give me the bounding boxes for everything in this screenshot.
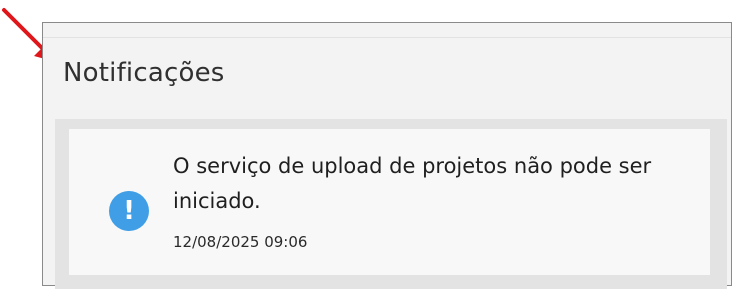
notifications-panel: Notificações ! O serviço de upload de pr…: [42, 22, 732, 289]
page-title: Notificações: [63, 58, 225, 88]
notification-message: O serviço de upload de projetos não pode…: [173, 154, 652, 213]
exclamation-info-icon: !: [109, 191, 149, 231]
panel-divider: [43, 37, 731, 38]
notification-timestamp: 12/08/2025 09:06: [173, 233, 308, 251]
notification-item[interactable]: ! O serviço de upload de projetos não po…: [69, 129, 710, 275]
notification-group: ! O serviço de upload de projetos não po…: [55, 119, 727, 289]
